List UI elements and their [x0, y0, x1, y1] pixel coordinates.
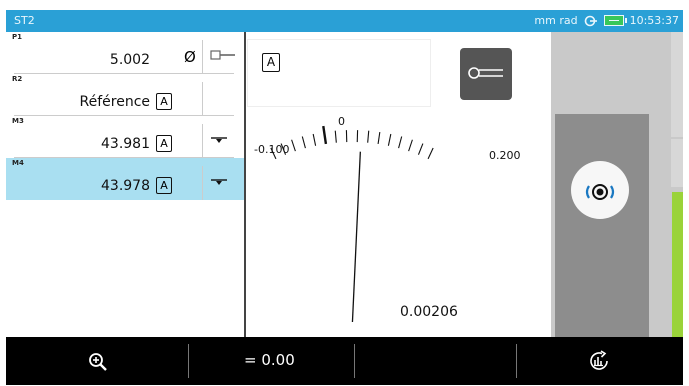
gauge-tick — [427, 147, 434, 160]
zoom-button[interactable] — [6, 337, 188, 385]
units-label: mm rad — [534, 14, 578, 27]
gauge-tick — [334, 130, 337, 143]
tolerance-indicator — [672, 192, 683, 337]
item-label: P1 — [12, 33, 23, 41]
gauge-tick — [301, 136, 306, 149]
gauge-tick — [387, 133, 392, 146]
gauge-tick — [367, 130, 370, 143]
list-item-p1[interactable]: P1 5.002 Ø — [6, 32, 244, 74]
gauge-tick — [417, 143, 424, 155]
item-value: Référence — [79, 94, 151, 110]
item-label: M4 — [12, 159, 24, 167]
divider — [202, 40, 203, 74]
mode-badge: A — [156, 135, 172, 152]
gauge-reading: 0.00206 — [400, 304, 458, 320]
item-label: M3 — [12, 117, 24, 125]
app-window: ST2 mm rad 10:53:37 P1 5.002 Ø R2 Référe… — [6, 10, 683, 385]
statistics-button[interactable] — [517, 337, 683, 385]
gauge-tick — [291, 139, 296, 152]
divider — [202, 124, 203, 158]
mode-badge: A — [156, 177, 172, 194]
title-bar: ST2 mm rad 10:53:37 — [6, 10, 683, 32]
offset-label[interactable]: = 0.00 — [244, 351, 295, 369]
item-label: R2 — [12, 75, 23, 83]
gauge-tick — [408, 139, 413, 152]
divider — [202, 166, 203, 200]
side-strip — [671, 139, 683, 187]
battery-icon — [603, 15, 627, 26]
gauge-tick — [398, 136, 403, 149]
statistics-refresh-icon — [590, 350, 608, 370]
gauge-tick — [312, 133, 317, 146]
gauge-scale: -0.100 0 0.200 — [254, 115, 521, 323]
gauge-tick — [377, 131, 381, 144]
probe-view-panel — [551, 32, 683, 337]
gauge-tick — [322, 125, 328, 145]
window-title: ST2 — [14, 14, 35, 27]
divider — [354, 344, 355, 378]
gauge-needle — [351, 151, 361, 323]
scale-min-label: -0.100 — [254, 143, 289, 156]
mode-badge: A — [156, 93, 172, 110]
probe-connection-icon — [584, 15, 597, 26]
divider — [202, 82, 203, 116]
clock: 10:53:37 — [629, 14, 679, 27]
item-value: 43.981 — [101, 136, 150, 152]
item-value: 5.002 — [109, 52, 150, 68]
divider — [188, 344, 189, 378]
item-value: 43.978 — [101, 178, 150, 194]
list-item-m4[interactable]: M4 43.978 A — [6, 158, 244, 200]
probe-knob[interactable] — [571, 161, 629, 219]
diameter-symbol: Ø — [184, 48, 196, 66]
list-item-m3[interactable]: M3 43.981 A — [6, 116, 244, 158]
list-item-r2[interactable]: R2 Référence A — [6, 74, 244, 116]
bore-gauge-icon — [585, 184, 615, 200]
scale-zero-label: 0 — [338, 115, 345, 128]
bottom-toolbar: = 0.00 — [6, 337, 683, 385]
side-strip — [671, 32, 683, 137]
analog-gauge-panel: A -0.100 0 0.200 0.00206 — [246, 32, 551, 337]
probe-grip — [555, 114, 649, 337]
scale-max-label: 0.200 — [489, 149, 521, 162]
status-area: mm rad 10:53:37 — [534, 14, 679, 27]
probe-tip-icon — [210, 50, 235, 60]
distance-marker-icon — [211, 137, 227, 143]
zoom-in-icon — [89, 353, 107, 371]
measurement-list: P1 5.002 Ø R2 Référence A M3 43.981 A M4… — [6, 32, 246, 337]
distance-marker-icon — [211, 179, 227, 185]
